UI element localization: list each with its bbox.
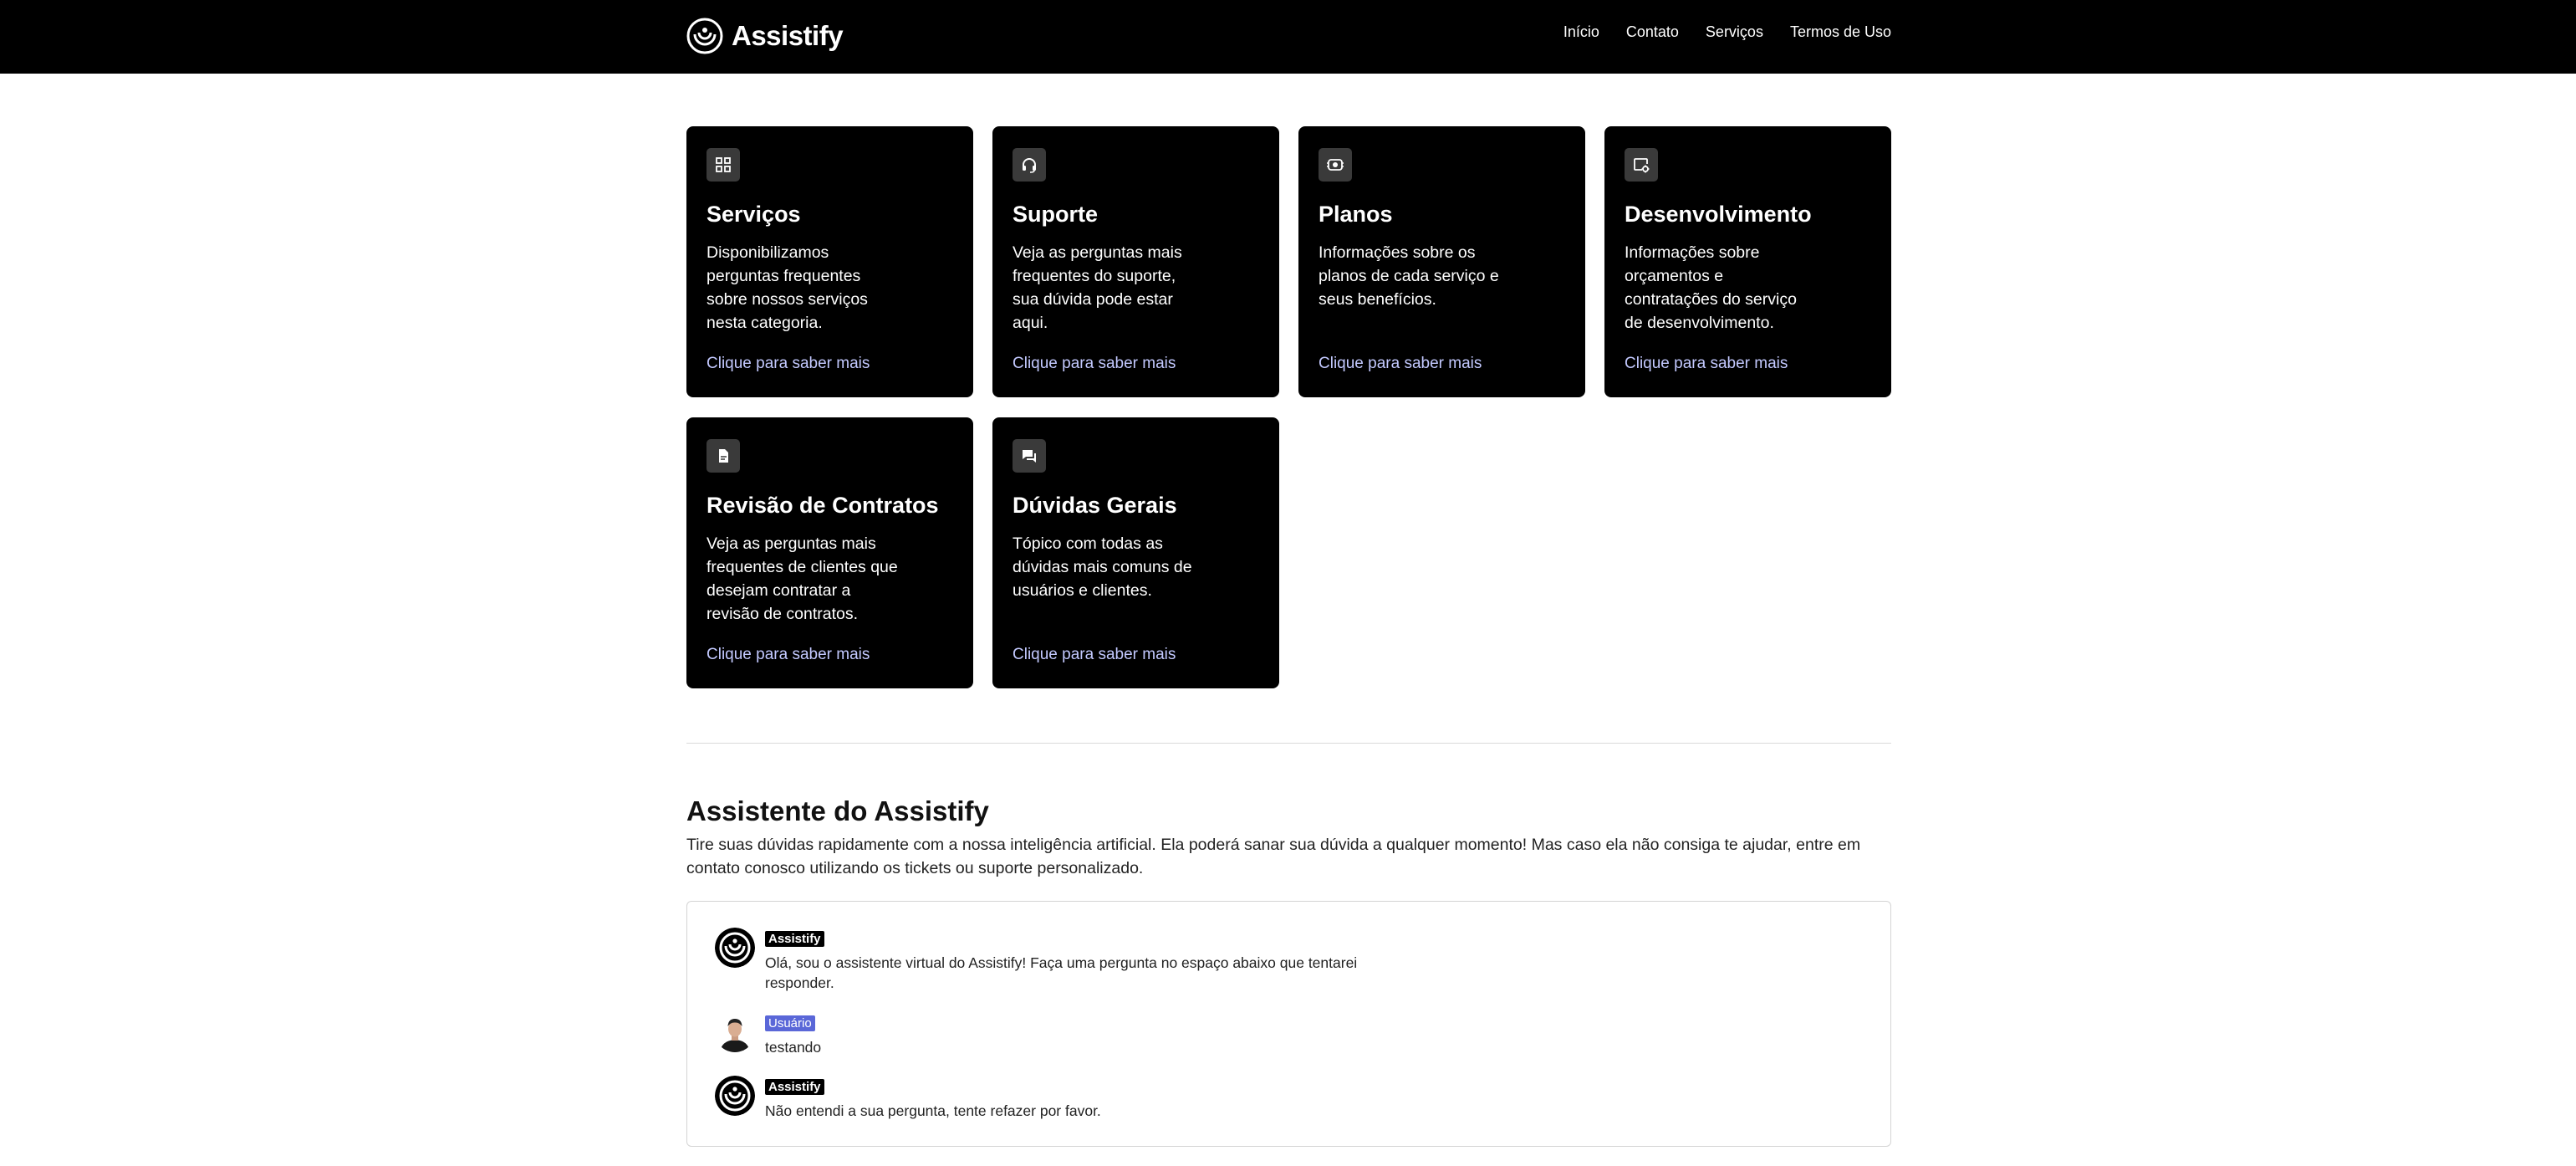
card-link[interactable]: Clique para saber mais xyxy=(706,355,870,373)
assistify-avatar-icon xyxy=(715,928,755,968)
card-title: Dúvidas Gerais xyxy=(1013,493,1177,518)
sender-badge: Assistify xyxy=(765,931,824,947)
card-revisao-contratos[interactable]: Revisão de Contratos Veja as perguntas m… xyxy=(686,417,973,688)
assistant-title: Assistente do Assistify xyxy=(686,795,989,826)
nav-link-contato[interactable]: Contato xyxy=(1626,23,1679,41)
card-servicos[interactable]: Serviços Disponibilizamos perguntas freq… xyxy=(686,126,973,397)
user-avatar xyxy=(715,1012,755,1052)
assistant-description: Tire suas dúvidas rapidamente com a noss… xyxy=(686,836,1861,877)
card-link[interactable]: Clique para saber mais xyxy=(1319,355,1482,373)
card-title: Suporte xyxy=(1013,202,1099,227)
sender-badge: Assistify xyxy=(765,1079,824,1095)
card-planos[interactable]: Planos Informações sobre os planos de ca… xyxy=(1298,126,1585,397)
brand-logo-link[interactable]: Assistify xyxy=(686,17,844,55)
message-text: Não entendi a sua pergunta, tente refaze… xyxy=(765,1102,1101,1119)
card-duvidas-gerais[interactable]: Dúvidas Gerais Tópico com todas as dúvid… xyxy=(992,417,1279,688)
card-desenvolvimento[interactable]: Desenvolvimento Informações sobre orçame… xyxy=(1604,126,1891,397)
top-navbar: Assistify Início Contato Serviços Termos… xyxy=(0,0,2576,74)
assistify-avatar-icon xyxy=(715,1076,755,1116)
assistify-logo-icon xyxy=(686,18,723,54)
plans-icon xyxy=(1319,148,1352,182)
card-title: Revisão de Contratos xyxy=(706,493,939,518)
section-divider xyxy=(686,743,1891,744)
card-title: Planos xyxy=(1319,202,1393,227)
card-title: Desenvolvimento xyxy=(1625,202,1812,227)
card-link[interactable]: Clique para saber mais xyxy=(1013,646,1176,664)
headset-icon xyxy=(1013,148,1046,182)
development-icon xyxy=(1625,148,1658,182)
chat-window[interactable]: Assistify Olá, sou o assistente virtual … xyxy=(686,901,1891,1147)
chat-icon xyxy=(1013,439,1046,473)
document-icon xyxy=(706,439,740,473)
card-link[interactable]: Clique para saber mais xyxy=(1625,355,1788,373)
nav-link-inicio[interactable]: Início xyxy=(1563,23,1599,41)
chat-message-user: Usuário testando xyxy=(715,1012,1400,1057)
card-link[interactable]: Clique para saber mais xyxy=(1013,355,1176,373)
sender-badge: Usuário xyxy=(765,1015,815,1031)
card-description: Informações sobre orçamentos e contrataç… xyxy=(1625,243,1797,332)
card-description: Informações sobre os planos de cada serv… xyxy=(1319,243,1499,309)
card-description: Disponibilizamos perguntas frequentes so… xyxy=(706,243,868,332)
brand-name: Assistify xyxy=(732,20,844,51)
card-suporte[interactable]: Suporte Veja as perguntas mais frequente… xyxy=(992,126,1279,397)
nav-link-servicos[interactable]: Serviços xyxy=(1706,23,1763,41)
grid-icon xyxy=(706,148,740,182)
main-nav: Início Contato Serviços Termos de Uso xyxy=(1563,23,1891,41)
card-description: Veja as perguntas mais frequentes de cli… xyxy=(706,534,898,623)
card-link[interactable]: Clique para saber mais xyxy=(706,646,870,664)
card-description: Veja as perguntas mais frequentes do sup… xyxy=(1013,243,1182,332)
card-description: Tópico com todas as dúvidas mais comuns … xyxy=(1013,534,1192,600)
message-text: testando xyxy=(765,1039,822,1056)
card-title: Serviços xyxy=(706,202,801,227)
chat-message-bot: Assistify Olá, sou o assistente virtual … xyxy=(715,928,1400,993)
message-text: Olá, sou o assistente virtual do Assisti… xyxy=(765,954,1358,991)
nav-link-termos[interactable]: Termos de Uso xyxy=(1790,23,1891,41)
chat-message-bot: Assistify Não entendi a sua pergunta, te… xyxy=(715,1076,1400,1121)
